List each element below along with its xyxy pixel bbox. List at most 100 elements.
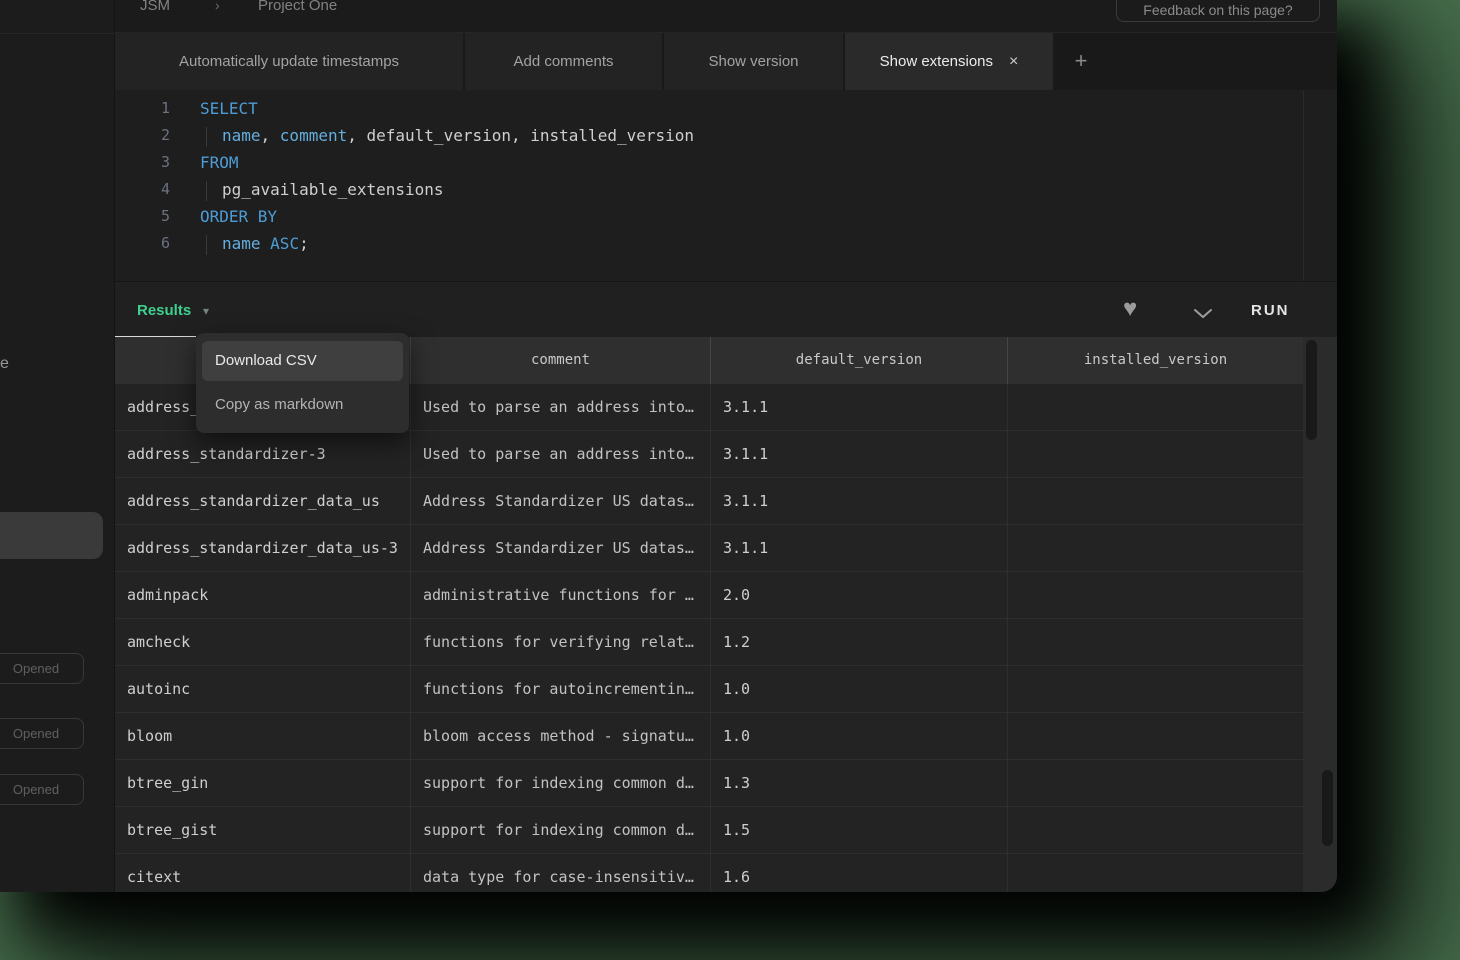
cell-name: address_standardizer_data_us-3 xyxy=(115,525,410,571)
cell-installed-version xyxy=(1007,666,1303,712)
sidebar-divider xyxy=(0,33,115,34)
table-row[interactable]: citextdata type for case-insensitiv…1.6 xyxy=(115,854,1303,892)
sidebar-clipped-label: e xyxy=(0,355,9,373)
cell-installed-version xyxy=(1007,431,1303,477)
indent-guide xyxy=(206,127,222,147)
sql-token: ; xyxy=(299,234,309,253)
scrollbar-gutter xyxy=(1303,337,1337,892)
cell-installed-version xyxy=(1007,854,1303,892)
page-scrollbar-thumb[interactable] xyxy=(1322,770,1333,846)
code-line: 3 FROM xyxy=(115,149,1337,176)
cell-installed-version xyxy=(1007,478,1303,524)
editor-scroll-divider xyxy=(1303,90,1304,281)
table-row[interactable]: address_standardizer-3Used to parse an a… xyxy=(115,431,1303,478)
cell-name: citext xyxy=(115,854,410,892)
code-line: 5ORDER BY xyxy=(115,203,1337,230)
code-line: 6name ASC; xyxy=(115,230,1337,257)
cell-installed-version xyxy=(1007,525,1303,571)
tab-automatically-update-timestamps[interactable]: Automatically update timestamps xyxy=(115,33,463,90)
top-header: JSM › Project One Feedback on this page? xyxy=(115,0,1337,33)
cell-installed-version xyxy=(1007,713,1303,759)
results-scrollbar-thumb[interactable] xyxy=(1306,340,1317,440)
cell-name: bloom xyxy=(115,713,410,759)
new-tab-icon[interactable]: + xyxy=(1065,33,1097,90)
tab-show-extensions[interactable]: Show extensions× xyxy=(845,33,1053,90)
sql-token: FROM xyxy=(200,153,239,172)
cell-default-version: 1.5 xyxy=(710,807,1007,853)
cell-name: autoinc xyxy=(115,666,410,712)
table-row[interactable]: btree_ginsupport for indexing common d…1… xyxy=(115,760,1303,807)
sql-editor-code: 1SELECT2name, comment, default_version, … xyxy=(115,95,1337,257)
cell-default-version: 1.0 xyxy=(710,666,1007,712)
tab-label: Show version xyxy=(708,53,798,70)
sql-token: name xyxy=(222,126,261,145)
results-caret-icon[interactable]: ▾ xyxy=(203,304,209,318)
cell-installed-version xyxy=(1007,384,1303,430)
cell-installed-version xyxy=(1007,619,1303,665)
column-header-default-version: default_version xyxy=(710,337,1007,384)
breadcrumb-org[interactable]: JSM xyxy=(140,0,170,14)
run-button[interactable]: RUN xyxy=(1251,302,1290,319)
results-dropdown[interactable]: Results xyxy=(137,302,191,319)
favorite-icon[interactable]: ♥ xyxy=(1123,297,1137,321)
results-toolbar: Results ▾ ♥ RUN xyxy=(115,281,1337,337)
cell-name: address_standardizer_data_us xyxy=(115,478,410,524)
cell-default-version: 3.1.1 xyxy=(710,525,1007,571)
results-table-body: address_standardizerUsed to parse an add… xyxy=(115,384,1303,892)
opened-badge: Opened xyxy=(0,774,84,805)
cell-comment: bloom access method - signatu… xyxy=(410,713,710,759)
cell-comment: data type for case-insensitiv… xyxy=(410,854,710,892)
breadcrumb-project[interactable]: Project One xyxy=(258,0,337,14)
sql-editor[interactable]: 1SELECT2name, comment, default_version, … xyxy=(115,90,1337,281)
sql-token: , xyxy=(261,126,280,145)
line-number: 1 xyxy=(115,95,170,122)
cell-default-version: 1.3 xyxy=(710,760,1007,806)
cell-comment: support for indexing common d… xyxy=(410,760,710,806)
sidebar-hovered-item[interactable] xyxy=(0,512,103,559)
breadcrumb-chevron-icon: › xyxy=(215,0,220,13)
cell-name: btree_gist xyxy=(115,807,410,853)
cell-comment: functions for autoincrementin… xyxy=(410,666,710,712)
sql-token: comment xyxy=(280,126,347,145)
cell-comment: Address Standardizer US datas… xyxy=(410,478,710,524)
run-options-chevron-icon[interactable] xyxy=(1192,307,1214,325)
table-row[interactable]: address_standardizer_data_usAddress Stan… xyxy=(115,478,1303,525)
cell-comment: Address Standardizer US datas… xyxy=(410,525,710,571)
line-number: 6 xyxy=(115,230,170,257)
cell-name: address_standardizer-3 xyxy=(115,431,410,477)
table-row[interactable]: autoincfunctions for autoincrementin…1.0 xyxy=(115,666,1303,713)
column-header-comment: comment xyxy=(410,337,710,384)
indent-guide xyxy=(206,235,222,255)
tab-show-version[interactable]: Show version xyxy=(664,33,843,90)
sql-token: ASC xyxy=(270,234,299,253)
table-row[interactable]: adminpackadministrative functions for …2… xyxy=(115,572,1303,619)
cell-comment: Used to parse an address into… xyxy=(410,384,710,430)
feedback-button[interactable]: Feedback on this page? xyxy=(1116,0,1320,22)
table-row[interactable]: btree_gistsupport for indexing common d…… xyxy=(115,807,1303,854)
cell-default-version: 1.0 xyxy=(710,713,1007,759)
cell-default-version: 2.0 xyxy=(710,572,1007,618)
sql-editor-window: e OpenedOpenedOpened JSM › Project One F… xyxy=(0,0,1337,892)
indent-guide xyxy=(206,181,222,201)
line-number: 3 xyxy=(115,149,170,176)
line-number: 5 xyxy=(115,203,170,230)
cell-default-version: 1.2 xyxy=(710,619,1007,665)
table-row[interactable]: amcheckfunctions for verifying relat…1.2 xyxy=(115,619,1303,666)
main-panel: JSM › Project One Feedback on this page?… xyxy=(115,0,1337,892)
cell-default-version: 3.1.1 xyxy=(710,431,1007,477)
opened-badge: Opened xyxy=(0,718,84,749)
cell-default-version: 3.1.1 xyxy=(710,478,1007,524)
line-number: 4 xyxy=(115,176,170,203)
table-row[interactable]: address_standardizer_data_us-3Address St… xyxy=(115,525,1303,572)
sql-token xyxy=(261,234,271,253)
cell-comment: Used to parse an address into… xyxy=(410,431,710,477)
table-row[interactable]: bloombloom access method - signatu…1.0 xyxy=(115,713,1303,760)
menu-item-download-csv[interactable]: Download CSV xyxy=(202,341,403,381)
close-tab-icon[interactable]: × xyxy=(1009,53,1018,71)
sql-token: , default_version, installed_version xyxy=(347,126,694,145)
tab-add-comments[interactable]: Add comments xyxy=(465,33,662,90)
cell-name: btree_gin xyxy=(115,760,410,806)
menu-item-copy-as-markdown[interactable]: Copy as markdown xyxy=(202,385,403,425)
column-header-installed-version: installed_version xyxy=(1007,337,1303,384)
cell-installed-version xyxy=(1007,807,1303,853)
